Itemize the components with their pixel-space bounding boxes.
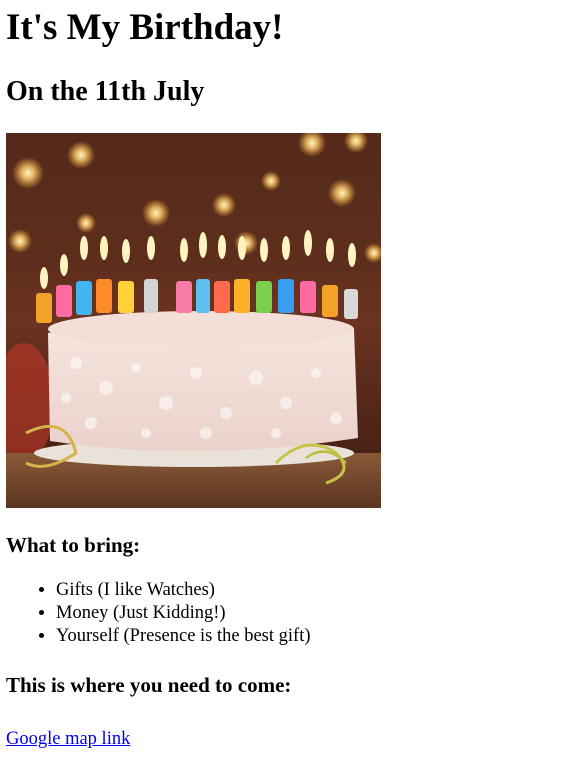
google-map-link[interactable]: Google map link <box>6 729 130 750</box>
birthday-cake-image <box>6 133 381 508</box>
list-item: Money (Just Kidding!) <box>56 602 569 625</box>
location-heading: This is where you need to come: <box>6 673 292 697</box>
list-item: Gifts (I like Watches) <box>56 579 569 602</box>
bring-list: Gifts (I like Watches) Money (Just Kiddi… <box>6 579 569 648</box>
list-item: Yourself (Presence is the best gift) <box>56 625 569 648</box>
date-subtitle: On the 11th July <box>6 76 205 107</box>
bring-heading: What to bring: <box>6 533 141 557</box>
page-title: It's My Birthday! <box>6 7 284 48</box>
